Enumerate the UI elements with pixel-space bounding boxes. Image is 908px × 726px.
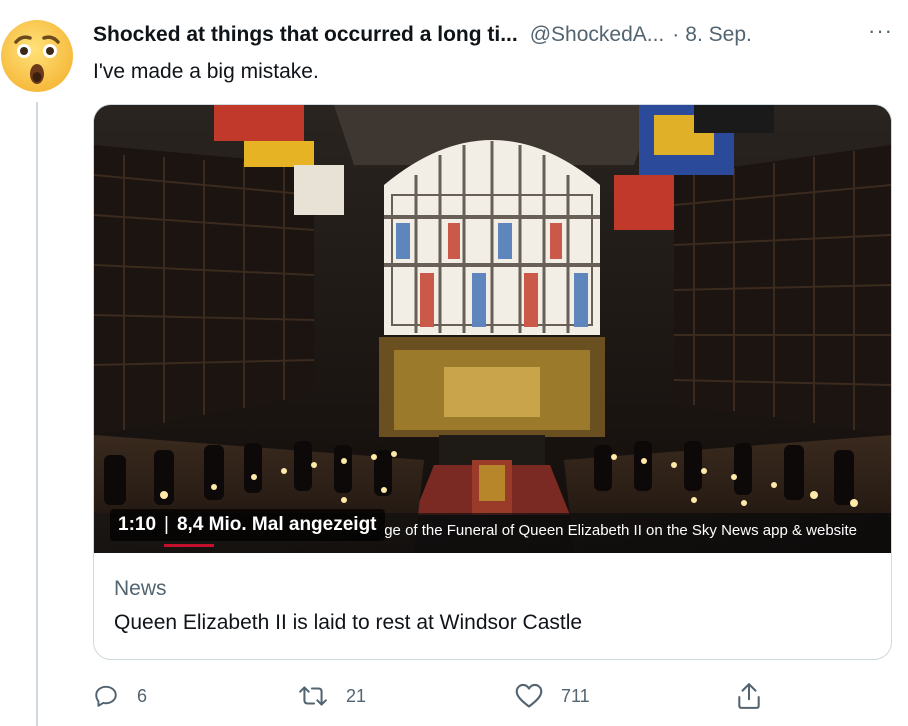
tweet-text: I've made a big mistake. [93,60,319,83]
chapel-image [94,105,891,553]
video-thumbnail[interactable] [94,105,891,553]
astonished-face-icon [1,20,73,92]
tweet-date[interactable]: 8. Sep. [685,23,752,47]
share-icon [738,683,760,709]
reply-icon [95,685,117,707]
link-card[interactable]: ge of the Funeral of Queen Elizabeth II … [93,104,892,660]
author-handle[interactable]: @ShockedA... [530,23,665,47]
card-meta[interactable]: News Queen Elizabeth II is laid to rest … [94,554,891,659]
view-count: 8,4 Mio. Mal angezeigt [176,514,377,535]
reply-count: 6 [137,685,148,706]
badge-divider: | [164,514,169,535]
share-button[interactable] [736,678,780,714]
action-bar: 6 21 711 [93,678,893,714]
separator-dot: · [672,23,680,46]
author-name[interactable]: Shocked at things that occurred a long t… [93,23,518,47]
avatar[interactable] [0,18,74,94]
video-overlay-badge: 1:10 | 8,4 Mio. Mal angezeigt [110,509,385,541]
retweet-icon [299,686,327,706]
card-title[interactable]: Queen Elizabeth II is laid to rest at Wi… [114,611,582,635]
heart-icon [515,683,543,708]
thread-line [36,102,38,726]
reply-button[interactable]: 6 [93,678,147,714]
card-source: News [114,577,167,600]
like-button[interactable]: 711 [515,678,590,714]
tweet-header: Shocked at things that occurred a long t… [93,18,893,50]
retweet-count: 21 [346,685,367,706]
like-count: 711 [561,685,590,706]
ticker-text: ge of the Funeral of Queen Elizabeth II … [384,522,857,539]
more-options-button[interactable]: ··· [868,18,893,44]
video-time: 1:10 [118,514,157,535]
retweet-button[interactable]: 21 [298,678,366,714]
